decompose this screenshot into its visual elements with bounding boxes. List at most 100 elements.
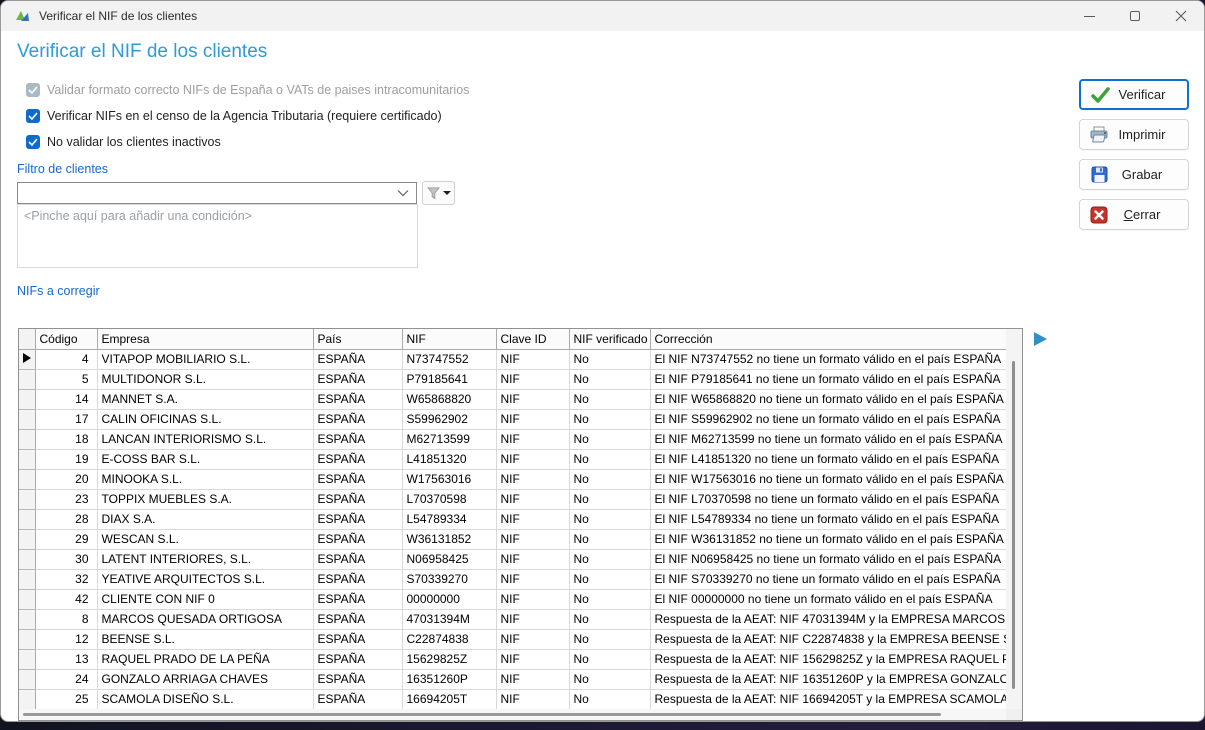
table-cell[interactable]: 30 [35,549,97,569]
table-cell[interactable]: Respuesta de la AEAT: NIF 47031394M y la… [650,609,1006,629]
table-cell[interactable]: Respuesta de la AEAT: NIF 16351260P y la… [650,669,1006,689]
table-cell[interactable]: VITAPOP MOBILIARIO S.L. [97,349,313,369]
client-filter-input[interactable] [18,184,397,202]
table-cell[interactable]: No [569,669,650,689]
table-cell[interactable]: El NIF L41851320 no tiene un formato vál… [650,449,1006,469]
close-window-button[interactable] [1158,1,1204,31]
table-cell[interactable]: ESPAÑA [313,389,402,409]
row-selector[interactable] [19,689,35,709]
table-cell[interactable]: No [569,429,650,449]
table-cell[interactable]: NIF [496,509,569,529]
table-cell[interactable]: W36131852 [402,529,496,549]
table-cell[interactable]: NIF [496,369,569,389]
table-cell[interactable]: ESPAÑA [313,569,402,589]
table-cell[interactable]: ESPAÑA [313,669,402,689]
table-cell[interactable]: S59962902 [402,409,496,429]
table-cell[interactable]: NIF [496,569,569,589]
table-cell[interactable]: N73747552 [402,349,496,369]
next-record-arrow-icon[interactable] [1034,332,1047,346]
table-cell[interactable]: NIF [496,669,569,689]
table-cell[interactable]: 8 [35,609,97,629]
table-row[interactable]: 29WESCAN S.L.ESPAÑAW36131852NIFNoEl NIF … [19,529,1006,549]
table-cell[interactable]: No [569,529,650,549]
table-cell[interactable]: GONZALO ARRIAGA CHAVES [97,669,313,689]
table-cell[interactable]: 28 [35,509,97,529]
table-cell[interactable]: ESPAÑA [313,509,402,529]
table-cell[interactable]: C22874838 [402,629,496,649]
table-cell[interactable]: NIF [496,349,569,369]
row-selector[interactable] [19,549,35,569]
table-cell[interactable]: Respuesta de la AEAT: NIF C22874838 y la… [650,629,1006,649]
checkbox-validate-format[interactable]: Validar formato correcto NIFs de España … [26,81,469,99]
table-cell[interactable]: NIF [496,489,569,509]
row-selector[interactable] [19,509,35,529]
table-row[interactable]: 17CALIN OFICINAS S.L.ESPAÑAS59962902NIFN… [19,409,1006,429]
column-header[interactable]: País [313,329,402,349]
table-cell[interactable]: W65868820 [402,389,496,409]
table-cell[interactable]: El NIF L54789334 no tiene un formato vál… [650,509,1006,529]
row-selector[interactable] [19,609,35,629]
table-cell[interactable]: El NIF M62713599 no tiene un formato vál… [650,429,1006,449]
table-cell[interactable]: 12 [35,629,97,649]
table-cell[interactable]: NIF [496,449,569,469]
table-cell[interactable]: 16351260P [402,669,496,689]
checkbox-skip-inactive[interactable]: No validar los clientes inactivos [26,133,221,151]
table-row[interactable]: 4VITAPOP MOBILIARIO S.L.ESPAÑAN73747552N… [19,349,1006,369]
table-cell[interactable]: NIF [496,549,569,569]
table-cell[interactable]: ESPAÑA [313,429,402,449]
table-row[interactable]: 18LANCAN INTERIORISMO S.L.ESPAÑAM6271359… [19,429,1006,449]
table-cell[interactable]: No [569,589,650,609]
table-cell[interactable]: El NIF S59962902 no tiene un formato vál… [650,409,1006,429]
table-cell[interactable]: No [569,549,650,569]
grabar-button[interactable]: Grabar [1079,159,1189,190]
table-cell[interactable]: S70339270 [402,569,496,589]
table-cell[interactable]: 5 [35,369,97,389]
table-cell[interactable]: Respuesta de la AEAT: NIF 16694205T y la… [650,689,1006,709]
table-cell[interactable]: NIF [496,529,569,549]
column-header[interactable]: Clave ID [496,329,569,349]
row-selector[interactable] [19,489,35,509]
table-cell[interactable]: MINOOKA S.L. [97,469,313,489]
table-cell[interactable]: ESPAÑA [313,609,402,629]
table-cell[interactable]: No [569,609,650,629]
table-cell[interactable]: 42 [35,589,97,609]
table-cell[interactable]: El NIF N73747552 no tiene un formato vál… [650,349,1006,369]
row-selector[interactable] [19,589,35,609]
table-cell[interactable]: ESPAÑA [313,489,402,509]
table-cell[interactable]: M62713599 [402,429,496,449]
table-cell[interactable]: ESPAÑA [313,629,402,649]
vertical-scrollbar-thumb[interactable] [1012,361,1015,689]
column-header[interactable]: Empresa [97,329,313,349]
table-cell[interactable]: W17563016 [402,469,496,489]
table-cell[interactable]: El NIF P79185641 no tiene un formato vál… [650,369,1006,389]
table-cell[interactable]: El NIF W65868820 no tiene un formato vál… [650,389,1006,409]
row-selector[interactable] [19,569,35,589]
table-cell[interactable]: DIAX S.A. [97,509,313,529]
table-cell[interactable]: Respuesta de la AEAT: NIF 15629825Z y la… [650,649,1006,669]
table-cell[interactable]: ESPAÑA [313,549,402,569]
table-cell[interactable]: 14 [35,389,97,409]
table-cell[interactable]: 47031394M [402,609,496,629]
table-cell[interactable]: No [569,629,650,649]
row-selector[interactable] [19,389,35,409]
table-cell[interactable]: 17 [35,409,97,429]
table-cell[interactable]: El NIF 00000000 no tiene un formato váli… [650,589,1006,609]
vertical-scrollbar[interactable] [1006,329,1022,709]
table-cell[interactable]: NIF [496,469,569,489]
table-cell[interactable]: No [569,509,650,529]
table-cell[interactable]: ESPAÑA [313,529,402,549]
column-header[interactable]: NIF [402,329,496,349]
table-cell[interactable]: L54789334 [402,509,496,529]
table-cell[interactable]: 32 [35,569,97,589]
table-cell[interactable]: ESPAÑA [313,689,402,709]
row-selector[interactable] [19,449,35,469]
table-cell[interactable]: No [569,489,650,509]
table-cell[interactable]: 15629825Z [402,649,496,669]
table-cell[interactable]: TOPPIX MUEBLES S.A. [97,489,313,509]
table-row[interactable]: 8MARCOS QUESADA ORTIGOSAESPAÑA47031394MN… [19,609,1006,629]
table-cell[interactable]: El NIF L70370598 no tiene un formato vál… [650,489,1006,509]
table-cell[interactable]: No [569,369,650,389]
table-row[interactable]: 24GONZALO ARRIAGA CHAVESESPAÑA16351260PN… [19,669,1006,689]
maximize-button[interactable] [1112,1,1158,31]
row-selector[interactable] [19,469,35,489]
